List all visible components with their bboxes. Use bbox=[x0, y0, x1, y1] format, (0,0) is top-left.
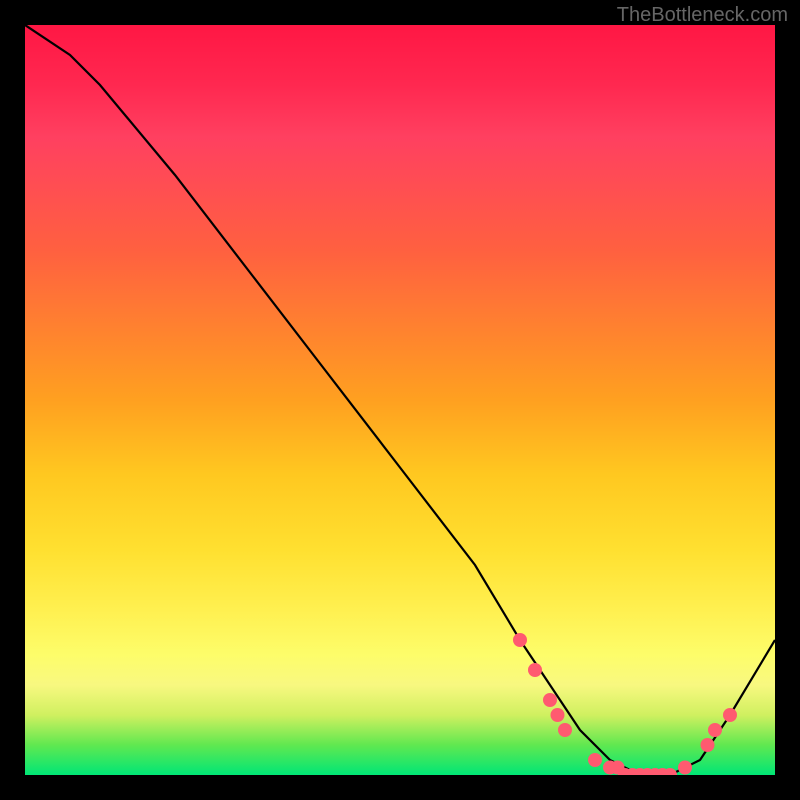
chart-background bbox=[25, 25, 775, 775]
watermark-text: TheBottleneck.com bbox=[617, 4, 788, 27]
